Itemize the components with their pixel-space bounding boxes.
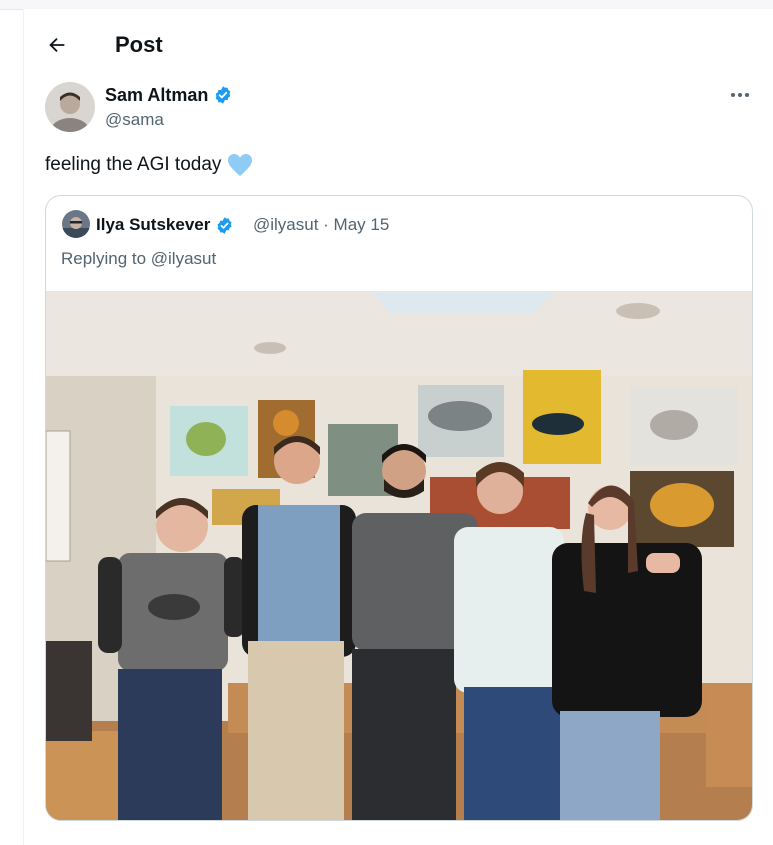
- author-handle[interactable]: @sama: [105, 109, 164, 131]
- post-text: feeling the AGI today: [45, 152, 253, 178]
- author-name-text: Sam Altman: [105, 85, 209, 105]
- more-options-button[interactable]: [724, 83, 756, 107]
- post-text-content: feeling the AGI today: [45, 154, 222, 175]
- post-header: Post: [24, 9, 773, 79]
- quoted-author-name: Ilya Sutskever: [96, 214, 234, 236]
- quoted-handle-date: @ilyasut · May 15: [253, 215, 390, 234]
- quoted-post-photo[interactable]: [46, 291, 752, 820]
- page-title: Post: [115, 32, 163, 57]
- ellipsis-icon: [731, 93, 749, 97]
- post-column: Post Sam Altman @sama feeling the AGI to…: [23, 9, 773, 845]
- blue-heart-emoji: [228, 154, 253, 176]
- author-avatar[interactable]: [45, 82, 95, 132]
- quoted-author-name-text: Ilya Sutskever: [96, 215, 211, 234]
- quoted-author-avatar: [62, 210, 90, 238]
- verified-badge-icon: [216, 86, 231, 104]
- quoted-post-card[interactable]: Ilya Sutskever @ilyasut · May 15 Replyin…: [45, 195, 753, 821]
- replying-to-text: Replying to @ilyasut: [61, 249, 217, 268]
- author-name[interactable]: Sam Altman: [105, 84, 233, 106]
- verified-badge-icon: [217, 216, 232, 234]
- back-button[interactable]: [42, 31, 72, 59]
- arrow-left-icon: [49, 37, 65, 53]
